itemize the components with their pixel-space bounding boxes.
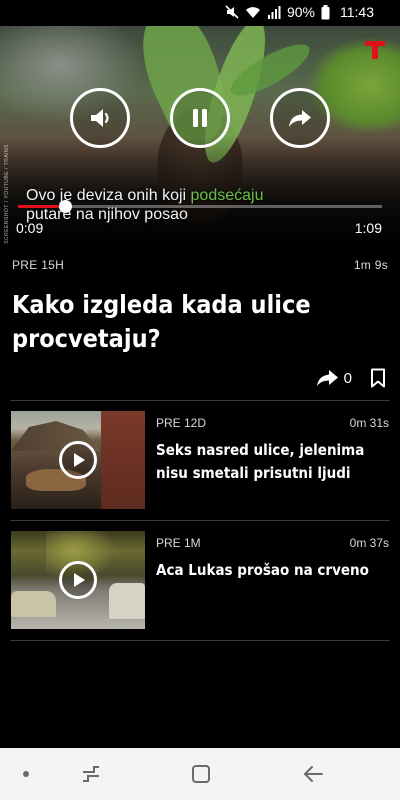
related-title[interactable]: Aca Lukas prošao na crveno <box>156 559 399 582</box>
article-meta: PRE 15H 1m 9s <box>12 258 388 272</box>
article-age: PRE 15H <box>12 258 65 272</box>
progress-fill <box>18 205 66 208</box>
play-button[interactable] <box>59 441 97 479</box>
nav-dot-icon[interactable] <box>22 770 30 778</box>
system-navigation-bar <box>0 748 400 800</box>
article-title: Kako izgleda kada ulice procvetaju? <box>12 290 311 353</box>
related-age: PRE 12D <box>156 416 207 430</box>
recent-apps-icon[interactable] <box>80 764 102 784</box>
thumbnail-car <box>109 583 145 619</box>
volume-icon <box>91 109 109 127</box>
caption-line-2: putare na njihov posao <box>26 206 188 223</box>
article-actions: 0 <box>316 368 386 388</box>
video-thumbnail[interactable] <box>11 411 145 509</box>
status-icons: 90% 11:43 <box>225 4 374 20</box>
article-duration: 1m 9s <box>353 258 388 272</box>
share-video-button[interactable] <box>270 88 330 148</box>
video-duration: 1:09 <box>354 220 382 236</box>
related-video-item[interactable]: PRE 12D 0m 31s Seks nasred ulice, jeleni… <box>11 411 389 509</box>
divider <box>10 640 390 641</box>
pause-icon <box>193 109 207 127</box>
back-icon[interactable] <box>302 764 324 784</box>
share-icon <box>316 370 338 386</box>
play-button[interactable] <box>59 561 97 599</box>
wifi-icon <box>245 6 260 18</box>
signal-icon <box>267 5 281 19</box>
home-icon[interactable] <box>191 764 211 784</box>
status-bar: 90% 11:43 <box>0 0 400 26</box>
mute-icon <box>225 5 239 19</box>
related-age: PRE 1M <box>156 536 201 550</box>
related-video-item[interactable]: PRE 1M 0m 37s Aca Lukas prošao na crveno <box>11 531 389 629</box>
share-count: 0 <box>343 369 352 387</box>
thumbnail-car <box>11 591 56 617</box>
volume-button[interactable] <box>70 88 130 148</box>
divider <box>10 400 390 401</box>
related-duration: 0m 37s <box>349 536 389 550</box>
current-time: 0:09 <box>16 220 44 236</box>
clock: 11:43 <box>340 4 374 20</box>
thumbnail-wall <box>101 411 145 509</box>
progress-bar[interactable] <box>18 200 382 213</box>
related-meta: PRE 1M 0m 37s <box>156 536 389 550</box>
divider <box>10 520 390 521</box>
battery-icon <box>321 4 330 19</box>
pause-button[interactable] <box>170 88 230 148</box>
video-thumbnail[interactable] <box>11 531 145 629</box>
battery-percent: 90% <box>286 4 315 20</box>
related-title[interactable]: Seks nasred ulice, jelenima nisu smetali… <box>156 439 399 485</box>
bookmark-icon[interactable] <box>370 368 386 388</box>
related-meta: PRE 12D 0m 31s <box>156 416 389 430</box>
play-icon <box>74 573 85 587</box>
telegraf-logo-icon[interactable] <box>364 38 386 60</box>
caption-highlight: podsećaju <box>190 187 264 204</box>
share-icon <box>289 110 311 127</box>
caption-text: Ovo je deviza onih koji <box>26 187 191 204</box>
video-player[interactable]: SCREENSHOT / YOUTUBE / TRAINS Ovo je dev… <box>0 26 400 246</box>
related-duration: 0m 31s <box>349 416 389 430</box>
play-icon <box>74 453 85 467</box>
share-article-button[interactable]: 0 <box>316 368 352 388</box>
video-credit: SCREENSHOT / YOUTUBE / TRAINS <box>4 144 10 244</box>
